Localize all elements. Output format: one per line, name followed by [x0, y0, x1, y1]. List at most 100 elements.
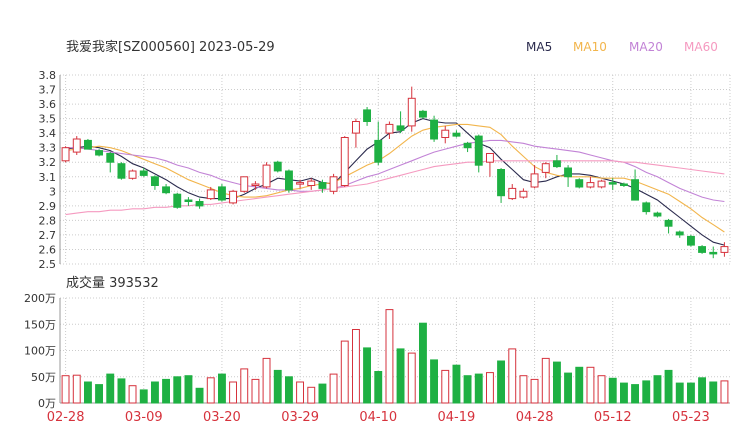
candle	[541, 162, 550, 179]
volume-bar-down	[474, 373, 483, 404]
candle	[374, 121, 383, 166]
legend-ma60: MA60	[684, 40, 718, 54]
candle-body-down	[631, 179, 639, 201]
candle	[474, 134, 483, 173]
ma5-line	[65, 118, 725, 246]
candle-body-up	[251, 183, 260, 186]
candle	[61, 146, 70, 163]
candle-body-down	[564, 167, 572, 178]
candle-body-up	[352, 121, 360, 134]
candle	[396, 111, 405, 134]
volume-bar-down	[452, 364, 461, 404]
volume-bar-down	[463, 375, 472, 404]
candle-body-up	[61, 147, 70, 162]
volume-bar-down	[430, 359, 439, 404]
candle-body-down	[430, 119, 439, 140]
volume-bar-up	[307, 386, 316, 404]
date-tick-label: 04-10	[359, 410, 397, 425]
volume-bars	[61, 309, 729, 404]
candle-body-down	[709, 251, 718, 255]
candle	[340, 136, 349, 187]
volume-bar-down	[106, 373, 115, 404]
candle	[631, 169, 639, 201]
volume-bar-up	[519, 375, 528, 404]
volume-bar-up	[441, 369, 450, 404]
price-tick-label: 3.2	[39, 156, 57, 169]
price-axis: 3.8 3.73.6 3.53.4 3.33.2 3.13 2.92.8 2.72.6 2.5	[39, 69, 57, 271]
candle-body-down	[218, 186, 226, 201]
volume-title-group: 成交量 393532	[66, 275, 159, 291]
candle-body-up	[296, 182, 305, 185]
volume-bar-down	[151, 381, 159, 404]
volume-bar-down	[84, 381, 92, 404]
candle-body-down	[84, 139, 92, 150]
price-tick-label: 2.7	[39, 229, 57, 242]
date-tick-label: 03-09	[125, 410, 163, 425]
candle-body-up	[329, 176, 338, 192]
volume-bar-down	[117, 378, 126, 404]
date-tick-label: 03-29	[281, 410, 319, 425]
candle-body-up	[597, 180, 606, 188]
date-tick-label: 05-12	[594, 410, 632, 425]
volume-tick-label: 150万	[24, 318, 56, 331]
volume-bar-down	[285, 376, 293, 404]
volume-bar-down	[664, 369, 673, 404]
ma10-line	[65, 123, 725, 233]
candle-body-up	[441, 129, 450, 138]
candle-body-down	[608, 182, 617, 185]
candle	[709, 246, 718, 259]
candle-body-up	[240, 176, 249, 192]
candle-body-down	[687, 235, 695, 246]
candle	[273, 160, 282, 173]
date-tick-label: 02-28	[47, 410, 85, 425]
volume-bar-down	[698, 377, 706, 404]
candle-body-down	[396, 125, 405, 131]
volume-bar-down	[396, 348, 405, 404]
candle	[218, 184, 226, 202]
candle	[195, 198, 204, 209]
candle-body-up	[128, 170, 137, 179]
candle	[452, 130, 461, 138]
price-tick-label: 3.7	[39, 84, 57, 97]
price-tick-label: 2.6	[39, 243, 57, 256]
candle-body-down	[162, 186, 171, 194]
volume-bar-down	[184, 375, 193, 404]
date-tick-label: 04-19	[438, 410, 476, 425]
candle-body-up	[508, 187, 517, 200]
candle-body-down	[151, 176, 159, 187]
chart-title: 我爱我家[SZ000560] 2023-05-29	[66, 39, 275, 55]
volume-bar-down	[173, 376, 182, 404]
volume-bar-down	[363, 347, 372, 404]
candle	[664, 218, 673, 234]
candle-body-up	[262, 164, 271, 188]
volume-bar-down	[497, 360, 506, 404]
candle	[285, 169, 293, 193]
candle-body-up	[206, 189, 215, 200]
volume-bar-down	[218, 373, 226, 404]
candle-body-down	[675, 231, 684, 236]
volume-axis: 200万 150万 100万 50万 0万	[24, 292, 56, 410]
candle-body-down	[642, 202, 651, 213]
candle	[553, 154, 561, 169]
candle	[117, 162, 126, 180]
legend-ma5: MA5	[526, 40, 552, 54]
candle-body-down	[95, 150, 103, 156]
candle-body-up	[407, 97, 416, 127]
candle	[519, 188, 528, 199]
volume-bar-up	[329, 373, 338, 404]
volume-bar-down	[653, 375, 662, 404]
candle	[128, 169, 137, 180]
candle	[430, 115, 439, 142]
volume-bar-up	[352, 329, 360, 404]
volume-tick-label: 50万	[31, 371, 56, 384]
volume-tick-label: 200万	[24, 292, 56, 305]
price-tick-label: 3	[49, 185, 56, 198]
candle	[352, 118, 360, 148]
candle	[419, 109, 427, 119]
candle	[675, 230, 684, 238]
candle	[530, 165, 539, 189]
candle-body-down	[497, 169, 506, 197]
candle-body-down	[374, 139, 383, 163]
moving-averages	[65, 118, 725, 246]
volume-bar-up	[541, 357, 550, 404]
